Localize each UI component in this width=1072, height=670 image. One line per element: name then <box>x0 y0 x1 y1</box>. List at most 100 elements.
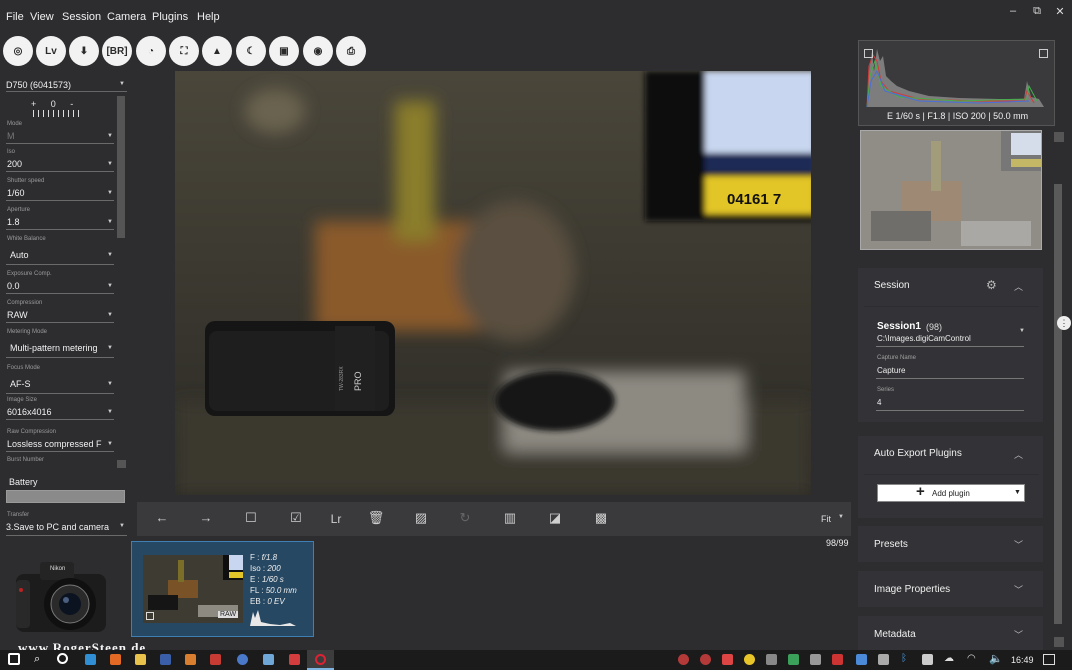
rotate-icon[interactable]: ↻ <box>456 510 474 526</box>
menu-file[interactable]: File <box>6 11 24 23</box>
histogram-checkbox-right[interactable] <box>1039 49 1048 58</box>
crop-icon[interactable]: ◪ <box>546 510 564 526</box>
image-icon[interactable]: ▲ <box>202 36 232 66</box>
aperture-icon[interactable]: ◎ <box>3 36 33 66</box>
tray-icon[interactable] <box>810 654 821 665</box>
scroll-down-button[interactable] <box>1054 637 1064 647</box>
tray-icon[interactable] <box>700 654 711 665</box>
prev-icon[interactable]: ← <box>153 510 171 525</box>
tray-icon[interactable] <box>722 654 733 665</box>
volume-icon[interactable]: 🔈 <box>989 652 1003 665</box>
edge-icon[interactable] <box>85 654 96 665</box>
night-mode-icon[interactable]: ☾ <box>236 36 266 66</box>
menu-view[interactable]: View <box>30 11 54 23</box>
menu-session[interactable]: Session <box>62 11 101 23</box>
metering-mode-select[interactable]: Multi-pattern metering <box>10 343 98 353</box>
gear-icon[interactable]: ⚙ <box>986 278 997 292</box>
focus-frame-icon[interactable]: ⛶ <box>169 36 199 66</box>
liveview-button[interactable]: Lv <box>36 36 66 66</box>
presets-card[interactable]: Presets ﹀ <box>858 526 1043 562</box>
notifications-icon[interactable] <box>1043 654 1055 665</box>
clock[interactable]: 16:49 <box>1011 655 1034 665</box>
preview-image[interactable] <box>860 130 1042 250</box>
chevron-down-icon[interactable]: ﹀ <box>1014 628 1023 641</box>
tray-icon[interactable] <box>766 654 777 665</box>
compression-select[interactable]: RAW <box>7 310 28 320</box>
iso-select[interactable]: 200 <box>7 159 22 169</box>
print-icon[interactable]: ⎙ <box>336 36 366 66</box>
notes-icon[interactable] <box>263 654 274 665</box>
metadata-card[interactable]: Metadata ﹀ <box>858 616 1043 650</box>
focus-mode-select[interactable]: AF-S <box>10 379 31 389</box>
next-icon[interactable]: → <box>197 510 215 525</box>
maps-icon[interactable] <box>210 654 221 665</box>
session-name[interactable]: Session1 <box>877 321 921 332</box>
close-button[interactable]: ✕ <box>1053 5 1067 18</box>
chevron-up-icon[interactable]: ︿ <box>1014 448 1023 461</box>
white-balance-select[interactable]: Auto <box>10 250 29 260</box>
firefox-icon[interactable] <box>110 654 121 665</box>
start-icon[interactable] <box>8 653 20 665</box>
more-options-icon[interactable]: ⋮ <box>1057 316 1071 330</box>
aperture-select[interactable]: 1.8 <box>7 217 20 227</box>
raw-compression-select[interactable]: Lossless compressed F <box>7 439 102 449</box>
mode-select[interactable]: M <box>7 131 15 141</box>
compare-icon[interactable]: ▥ <box>501 510 519 526</box>
open-folder-icon[interactable]: ▨ <box>412 510 430 526</box>
app-icon[interactable] <box>237 654 248 665</box>
download-icon[interactable]: ⬇ <box>69 36 99 66</box>
tray-icon[interactable] <box>744 654 755 665</box>
capture-name-input[interactable]: Capture <box>877 366 905 375</box>
app-icon[interactable] <box>185 654 196 665</box>
tray-icon[interactable] <box>856 654 867 665</box>
restore-button[interactable]: ⧉ <box>1030 5 1044 18</box>
transfer-select[interactable]: 3.Save to PC and camera <box>6 522 109 532</box>
chevron-down-icon[interactable]: ▼ <box>1019 328 1025 334</box>
main-image-viewer[interactable]: 04161 7 PRO TW-283RX <box>175 71 811 495</box>
exposure-comp-select[interactable]: 0.0 <box>7 281 20 291</box>
timelapse-icon[interactable]: ◔ <box>136 36 166 66</box>
image-size-select[interactable]: 6016x4016 <box>7 407 52 417</box>
app-icon[interactable] <box>289 654 300 665</box>
menu-camera[interactable]: Camera <box>107 11 146 23</box>
tray-icon[interactable] <box>922 654 933 665</box>
tray-icon[interactable] <box>678 654 689 665</box>
shield-icon[interactable] <box>788 654 799 665</box>
add-plugin-button[interactable]: + Add plugin ▼ <box>877 483 1025 502</box>
chevron-down-icon[interactable]: ﹀ <box>1014 538 1023 551</box>
select-all-icon[interactable]: ☑ <box>287 510 305 526</box>
explorer-icon[interactable] <box>135 654 146 665</box>
chevron-up-icon[interactable]: ︿ <box>1014 280 1023 293</box>
delete-icon[interactable]: 🗑 <box>367 510 385 526</box>
fullscreen-icon[interactable]: ▩ <box>592 510 610 526</box>
menu-plugins[interactable]: Plugins <box>152 11 188 23</box>
cloud-icon[interactable]: ☁ <box>944 653 954 664</box>
wifi-icon[interactable]: ◉ <box>303 36 333 66</box>
series-input[interactable]: 4 <box>877 398 881 407</box>
left-scrollbar[interactable] <box>117 96 125 238</box>
thumbnail-checkbox[interactable] <box>146 612 154 620</box>
chevron-down-icon[interactable]: ﹀ <box>1014 583 1023 596</box>
lightroom-button[interactable]: Lr <box>327 512 345 526</box>
bluetooth-icon[interactable]: ᛒ <box>901 653 907 664</box>
select-none-icon[interactable]: ☐ <box>242 510 260 526</box>
keyboard-icon[interactable] <box>878 654 889 665</box>
menu-help[interactable]: Help <box>197 11 220 23</box>
burst-scroll-button[interactable] <box>117 460 126 468</box>
scroll-up-button[interactable] <box>1054 132 1064 142</box>
bracketing-button[interactable]: [BR] <box>102 36 132 66</box>
tray-icon[interactable] <box>832 654 843 665</box>
digicamcontrol-taskbar-button[interactable] <box>307 650 334 670</box>
lightroom-icon[interactable] <box>160 654 171 665</box>
camera-model-select[interactable]: D750 (6041573) <box>6 80 71 90</box>
histogram-checkbox-left[interactable] <box>864 49 873 58</box>
zoom-select[interactable]: Fit <box>821 514 831 524</box>
shutter-speed-select[interactable]: 1/60 <box>7 188 25 198</box>
wifi-icon[interactable]: ◠ <box>967 653 976 664</box>
task-view-icon[interactable] <box>57 653 68 664</box>
minimize-button[interactable]: – <box>1006 5 1020 17</box>
right-scrollbar[interactable] <box>1054 184 1062 624</box>
thumbnail-item[interactable]: RAW F : f/1.8 Iso : 200 E : 1/60 s FL : … <box>131 541 314 637</box>
image-properties-card[interactable]: Image Properties ﹀ <box>858 571 1043 607</box>
gallery-icon[interactable]: ▣ <box>269 36 299 66</box>
